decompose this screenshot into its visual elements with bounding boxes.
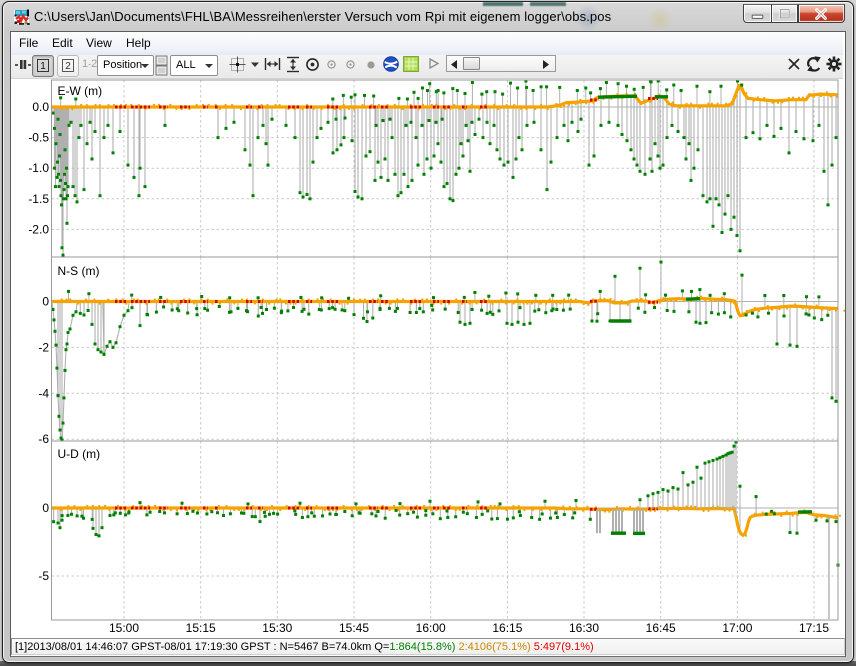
svg-text:16:45: 16:45 (646, 621, 676, 635)
svg-text:-1.5: -1.5 (28, 192, 49, 206)
svg-text:15:45: 15:45 (339, 621, 369, 635)
svg-text:-1.0: -1.0 (28, 161, 49, 175)
svg-text:N-S (m): N-S (m) (58, 264, 100, 278)
svg-text:16:00: 16:00 (416, 621, 446, 635)
svg-text:E-W (m): E-W (m) (58, 84, 103, 98)
svg-text:15:30: 15:30 (262, 621, 292, 635)
svg-text:0: 0 (42, 295, 49, 309)
svg-text:0: 0 (42, 501, 49, 515)
svg-text:-5: -5 (38, 569, 49, 583)
svg-text:16:15: 16:15 (492, 621, 522, 635)
svg-text:16:30: 16:30 (569, 621, 599, 635)
svg-text:-2.0: -2.0 (28, 222, 49, 236)
svg-text:-2: -2 (38, 340, 49, 354)
svg-text:17:00: 17:00 (722, 621, 752, 635)
svg-text:15:00: 15:00 (109, 621, 139, 635)
svg-text:U-D (m): U-D (m) (58, 447, 101, 461)
svg-text:17:15: 17:15 (799, 621, 829, 635)
svg-text:-4: -4 (38, 386, 49, 400)
svg-text:-0.5: -0.5 (28, 131, 49, 145)
svg-text:15:15: 15:15 (186, 621, 216, 635)
svg-text:0.0: 0.0 (32, 100, 49, 114)
svg-text:-6: -6 (38, 432, 49, 446)
